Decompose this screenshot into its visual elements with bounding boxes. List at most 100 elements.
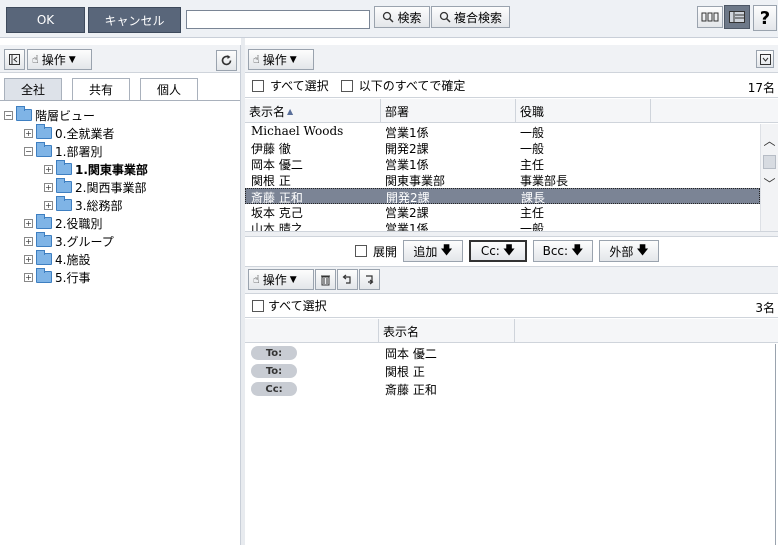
lower-select-bar: すべて選択: [245, 294, 778, 318]
table-row[interactable]: 関根 正 関東事業部 事業部長: [245, 172, 760, 188]
folder-icon: [36, 268, 52, 283]
upper-ops-button[interactable]: ☝ 操作 ▼: [248, 49, 314, 70]
expand-toggle-icon[interactable]: +: [24, 236, 33, 246]
arrow-down-icon: 🡇: [636, 242, 649, 257]
scroll-down-icon[interactable]: ﹀: [761, 175, 778, 192]
upper-scrollbar[interactable]: ︿ ﹀: [760, 124, 778, 231]
tree-item[interactable]: + 5.行事: [4, 268, 239, 286]
expand-toggle-icon[interactable]: +: [44, 164, 53, 174]
recipient-type-badge: To:: [251, 364, 297, 378]
expand-toggle-icon[interactable]: +: [24, 254, 33, 264]
tab-shared[interactable]: 共有: [72, 78, 130, 100]
help-button[interactable]: ?: [753, 5, 777, 31]
arrow-down-icon: 🡇: [571, 242, 584, 257]
bcc-button[interactable]: Bcc: 🡇: [533, 240, 594, 262]
search-icon: [383, 11, 395, 23]
column-header-dept[interactable]: 部署: [381, 99, 516, 123]
column-header-name[interactable]: 表示名 ▲: [245, 99, 381, 123]
collapse-toggle-icon[interactable]: −: [24, 146, 33, 156]
hand-icon: ☝: [253, 53, 260, 66]
hand-icon: ☝: [253, 273, 260, 286]
tree-item[interactable]: + 0.全就業者: [4, 124, 239, 142]
search-input[interactable]: [186, 10, 370, 29]
folder-icon: [36, 232, 52, 247]
lower-grid-header: 表示名: [245, 319, 778, 343]
ok-button[interactable]: OK: [6, 7, 85, 33]
move-down-button[interactable]: [359, 269, 380, 290]
column-header-title[interactable]: 役職: [516, 99, 651, 123]
tree-root[interactable]: − 階層ビュー: [4, 106, 239, 124]
trash-icon: [321, 275, 330, 285]
recipient-type-badge: Cc:: [251, 382, 297, 396]
expand-toggle-icon[interactable]: +: [24, 272, 33, 282]
recipient-row[interactable]: To: 関根 正: [245, 362, 775, 380]
detail-view-toggle[interactable]: [724, 5, 750, 29]
tree-item[interactable]: + 2.役職別: [4, 214, 239, 232]
upper-count: 17名: [747, 81, 775, 95]
select-all-checkbox[interactable]: [252, 79, 264, 92]
external-button[interactable]: 外部 🡇: [599, 240, 660, 262]
move-up-button[interactable]: [337, 269, 358, 290]
confirm-all-checkbox[interactable]: [340, 79, 353, 92]
expand-toggle-icon[interactable]: +: [44, 182, 53, 192]
left-ops-button[interactable]: ☝ 操作 ▼: [27, 49, 92, 70]
sort-asc-icon: ▲: [287, 106, 294, 116]
download-button[interactable]: [756, 50, 774, 68]
lower-ops-button[interactable]: ☝ 操作 ▼: [248, 269, 314, 290]
table-row-selected[interactable]: 斎藤 正和 開発2課 課長: [245, 188, 760, 204]
expand-toggle-icon[interactable]: +: [44, 200, 53, 210]
list-view-toggle[interactable]: [697, 6, 723, 28]
folder-icon: [56, 160, 72, 175]
scroll-up-icon[interactable]: ︿: [761, 132, 778, 149]
delete-button[interactable]: [315, 269, 336, 290]
lower-grid-body: To: 岡本 優二 To: 関根 正 Cc: 斎藤 正和: [245, 344, 776, 545]
lower-select-all-checkbox[interactable]: [252, 299, 264, 312]
left-pane: ☝ 操作 ▼ 全社 共有 個人 − 階層ビュー + 0.全就業者 − 1.部署別…: [0, 45, 241, 545]
upper-toolbar: [245, 45, 778, 73]
collapse-pane-button[interactable]: [4, 49, 25, 70]
download-icon: [759, 53, 771, 65]
expand-checkbox[interactable]: [355, 245, 367, 257]
cancel-button[interactable]: キャンセル: [88, 7, 181, 33]
table-row[interactable]: 伊藤 徹 開発2課 一般: [245, 140, 760, 156]
scroll-thumb[interactable]: [763, 155, 776, 169]
hand-icon: ☝: [32, 53, 39, 66]
cc-button[interactable]: Cc: 🡇: [469, 240, 528, 262]
tree-item[interactable]: + 1.関東事業部: [4, 160, 239, 178]
lower-count: 3名: [755, 301, 775, 315]
recipient-row[interactable]: Cc: 斎藤 正和: [245, 380, 775, 398]
folder-icon: [36, 214, 52, 229]
tab-personal[interactable]: 個人: [140, 78, 198, 100]
tree-item[interactable]: + 2.関西事業部: [4, 178, 239, 196]
table-row[interactable]: 岡本 優二 営業1係 主任: [245, 156, 760, 172]
search-button[interactable]: 検索: [374, 6, 430, 28]
chevron-down-icon: ▼: [68, 54, 76, 65]
right-pane: ☝ 操作 ▼ すべて選択 以下のすべてで確定 17名 表示名 ▲ 部署 役職 M…: [245, 45, 778, 545]
expand-toggle-icon[interactable]: +: [24, 128, 33, 138]
refresh-icon: [221, 55, 232, 66]
tree-item[interactable]: + 3.グループ: [4, 232, 239, 250]
column-header-name[interactable]: 表示名: [379, 319, 515, 343]
folder-icon: [16, 106, 32, 121]
complex-search-button[interactable]: 複合検索: [431, 6, 510, 28]
recipient-type-badge: To:: [251, 346, 297, 360]
tree-item[interactable]: + 4.施設: [4, 250, 239, 268]
folder-icon: [36, 250, 52, 265]
table-row[interactable]: 山本 晴之 営業1係 一般: [245, 220, 760, 231]
arrow-down-icon: 🡇: [502, 242, 516, 257]
refresh-button[interactable]: [216, 50, 237, 71]
tree-item[interactable]: − 1.部署別: [4, 142, 239, 160]
folder-icon: [36, 124, 52, 139]
tab-divider: [0, 100, 240, 101]
collapse-icon: [9, 54, 20, 65]
tab-company[interactable]: 全社: [4, 78, 62, 100]
table-row[interactable]: Michael Woods 営業1係 一般: [245, 124, 760, 140]
collapse-toggle-icon[interactable]: −: [4, 110, 13, 120]
chevron-down-icon: ▼: [289, 274, 297, 285]
tree-item[interactable]: + 3.総務部: [4, 196, 239, 214]
expand-toggle-icon[interactable]: +: [24, 218, 33, 228]
add-button[interactable]: 追加 🡇: [403, 240, 464, 262]
column-header-type: [245, 319, 379, 343]
table-row[interactable]: 坂本 克己 営業2課 主任: [245, 204, 760, 220]
recipient-row[interactable]: To: 岡本 優二: [245, 344, 775, 362]
